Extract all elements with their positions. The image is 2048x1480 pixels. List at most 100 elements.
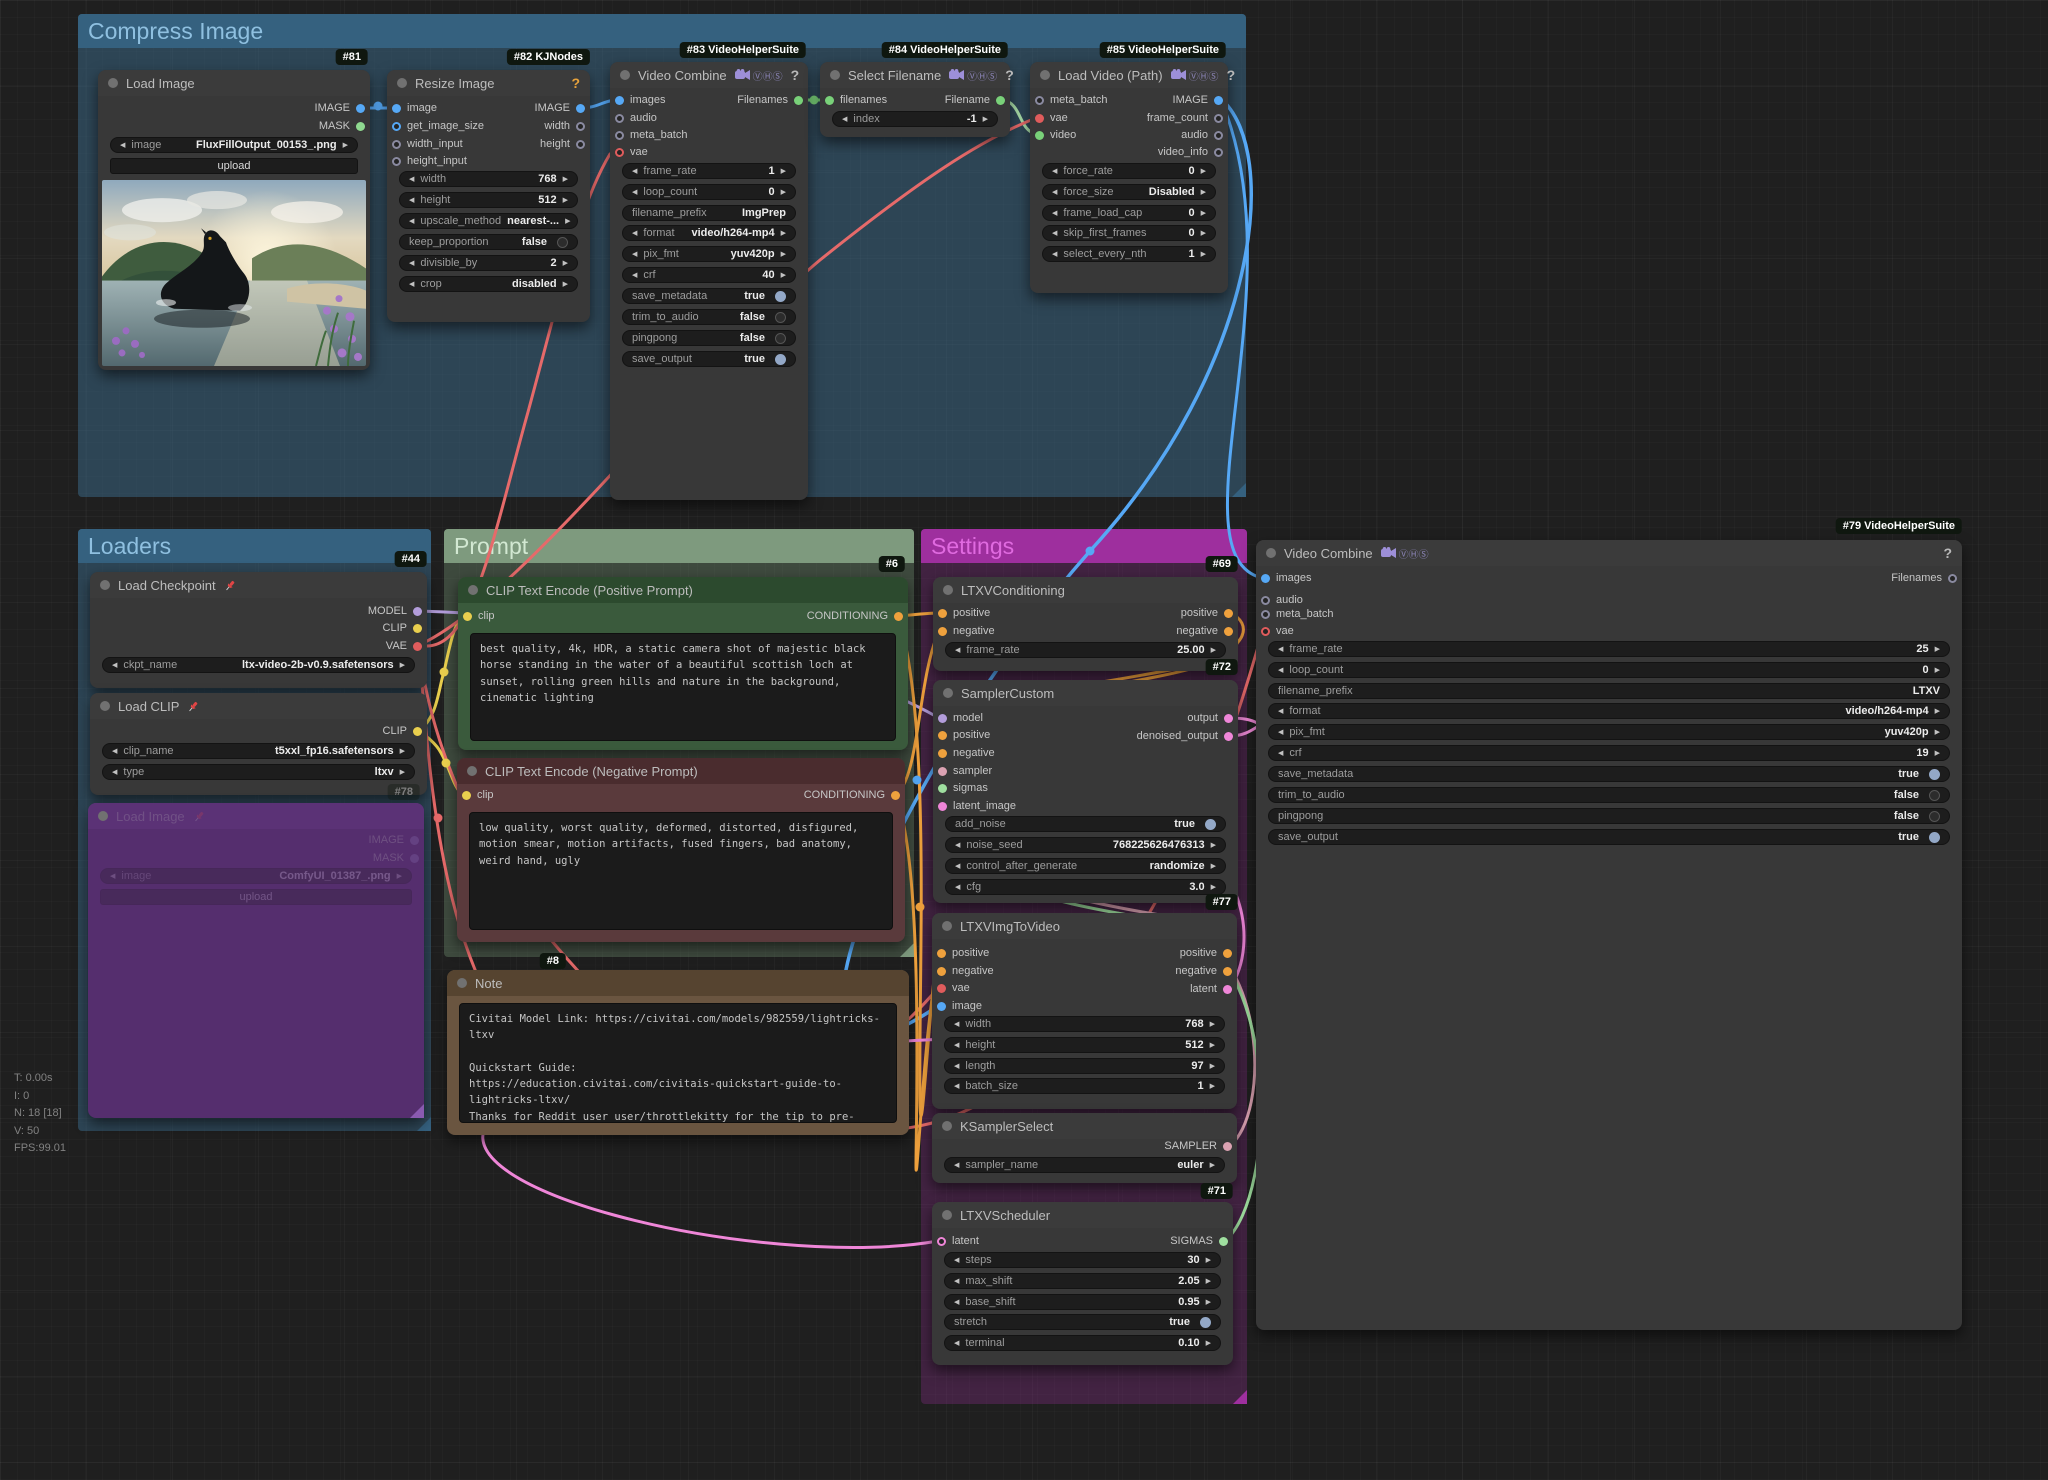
output-dot-IMAGE[interactable] xyxy=(356,104,365,113)
output-dot-IMAGE[interactable] xyxy=(1214,96,1223,105)
decrement-arrow-icon[interactable]: ◀ xyxy=(955,646,960,654)
input-dot-images[interactable] xyxy=(1261,574,1270,583)
input-dot-sigmas[interactable] xyxy=(938,784,947,793)
collapse-dot[interactable] xyxy=(942,1121,952,1131)
increment-arrow-icon[interactable]: ▶ xyxy=(781,167,786,175)
collapse-dot[interactable] xyxy=(108,78,118,88)
widget-keep_proportion[interactable]: keep_proportionfalse xyxy=(399,234,578,250)
decrement-arrow-icon[interactable]: ◀ xyxy=(955,862,960,870)
output-dot-CLIP[interactable] xyxy=(413,624,422,633)
node-header[interactable]: LTXVConditioning xyxy=(933,577,1238,603)
widget-frame_rate[interactable]: ◀frame_rate25▶ xyxy=(1268,641,1950,657)
decrement-arrow-icon[interactable]: ◀ xyxy=(632,167,637,175)
collapse-dot[interactable] xyxy=(1040,70,1050,80)
collapse-dot[interactable] xyxy=(943,585,953,595)
node-header[interactable]: Load Image xyxy=(88,803,424,829)
widget-base_shift[interactable]: ◀base_shift0.95▶ xyxy=(944,1294,1221,1310)
increment-arrow-icon[interactable]: ▶ xyxy=(397,872,402,880)
input-dot-clip[interactable] xyxy=(462,791,471,800)
increment-arrow-icon[interactable]: ▶ xyxy=(1211,841,1216,849)
widget-filename_prefix[interactable]: filename_prefixImgPrep xyxy=(622,205,796,221)
collapse-dot[interactable] xyxy=(943,688,953,698)
increment-arrow-icon[interactable]: ▶ xyxy=(781,250,786,258)
widget-pix_fmt[interactable]: ◀pix_fmtyuv420p▶ xyxy=(622,246,796,262)
increment-arrow-icon[interactable]: ▶ xyxy=(1201,188,1206,196)
decrement-arrow-icon[interactable]: ◀ xyxy=(110,872,115,880)
decrement-arrow-icon[interactable]: ◀ xyxy=(954,1082,959,1090)
input-dot-vae[interactable] xyxy=(615,148,624,157)
increment-arrow-icon[interactable]: ▶ xyxy=(1206,1298,1211,1306)
increment-arrow-icon[interactable]: ▶ xyxy=(1201,167,1206,175)
collapse-dot[interactable] xyxy=(620,70,630,80)
input-dot-meta_batch[interactable] xyxy=(1261,610,1270,619)
input-dot-filenames[interactable] xyxy=(825,96,834,105)
node-clip-text-encode-negative[interactable]: CLIP Text Encode (Negative Prompt)clipCO… xyxy=(457,758,905,942)
widget-steps[interactable]: ◀steps30▶ xyxy=(944,1252,1221,1268)
node-header[interactable]: Load Checkpoint xyxy=(90,572,427,598)
decrement-arrow-icon[interactable]: ◀ xyxy=(954,1256,959,1264)
collapse-dot[interactable] xyxy=(100,580,110,590)
decrement-arrow-icon[interactable]: ◀ xyxy=(955,841,960,849)
decrement-arrow-icon[interactable]: ◀ xyxy=(120,141,125,149)
increment-arrow-icon[interactable]: ▶ xyxy=(1201,209,1206,217)
output-dot-Filenames[interactable] xyxy=(794,96,803,105)
toggle-on-dot[interactable] xyxy=(1200,1317,1211,1328)
output-dot-negative[interactable] xyxy=(1224,627,1233,636)
widget-length[interactable]: ◀length97▶ xyxy=(944,1058,1225,1074)
decrement-arrow-icon[interactable]: ◀ xyxy=(954,1062,959,1070)
widget-frame_rate[interactable]: ◀frame_rate1▶ xyxy=(622,163,796,179)
output-dot-MASK[interactable] xyxy=(410,854,419,863)
input-dot-height_input[interactable] xyxy=(392,157,401,166)
output-dot-Filenames[interactable] xyxy=(1948,574,1957,583)
toggle-off-dot[interactable] xyxy=(1929,790,1940,801)
increment-arrow-icon[interactable]: ▶ xyxy=(563,196,568,204)
node-header[interactable]: KSamplerSelect xyxy=(932,1113,1237,1139)
widget-sampler_name[interactable]: ◀sampler_nameeuler▶ xyxy=(944,1157,1225,1173)
widget-noise_seed[interactable]: ◀noise_seed768225626476313▶ xyxy=(945,837,1226,853)
input-dot-meta_batch[interactable] xyxy=(1035,96,1044,105)
increment-arrow-icon[interactable]: ▶ xyxy=(400,661,405,669)
input-dot-audio[interactable] xyxy=(615,114,624,123)
group-resize-grip[interactable] xyxy=(1232,483,1246,497)
increment-arrow-icon[interactable]: ▶ xyxy=(1201,250,1206,258)
collapse-dot[interactable] xyxy=(98,811,108,821)
node-header[interactable]: CLIP Text Encode (Negative Prompt) xyxy=(457,758,905,784)
decrement-arrow-icon[interactable]: ◀ xyxy=(112,747,117,755)
output-dot-height[interactable] xyxy=(576,140,585,149)
node-header[interactable]: CLIP Text Encode (Positive Prompt) xyxy=(458,577,908,603)
decrement-arrow-icon[interactable]: ◀ xyxy=(632,229,637,237)
node-graph-canvas[interactable]: Compress ImageLoadersPromptSettingsLoad … xyxy=(0,0,2048,1480)
decrement-arrow-icon[interactable]: ◀ xyxy=(955,883,960,891)
widget-max_shift[interactable]: ◀max_shift2.05▶ xyxy=(944,1273,1221,1289)
group-resize-grip[interactable] xyxy=(1233,1390,1247,1404)
node-header[interactable]: Note xyxy=(447,970,909,996)
increment-arrow-icon[interactable]: ▶ xyxy=(1935,645,1940,653)
output-dot-video_info[interactable] xyxy=(1214,148,1223,157)
output-dot-MODEL[interactable] xyxy=(413,607,422,616)
widget-force_size[interactable]: ◀force_sizeDisabled▶ xyxy=(1042,184,1216,200)
widget-ckpt_name[interactable]: ◀ckpt_nameltx-video-2b-v0.9.safetensors▶ xyxy=(102,657,415,673)
widget-terminal[interactable]: ◀terminal0.10▶ xyxy=(944,1335,1221,1351)
output-dot-CONDITIONING[interactable] xyxy=(894,612,903,621)
output-dot-width[interactable] xyxy=(576,122,585,131)
node-resize-grip[interactable] xyxy=(410,1104,424,1118)
collapse-dot[interactable] xyxy=(397,78,407,88)
node-header[interactable]: Video CombineⓋⒽⓈ? xyxy=(1256,540,1962,566)
node-header[interactable]: SamplerCustom xyxy=(933,680,1238,706)
decrement-arrow-icon[interactable]: ◀ xyxy=(954,1161,959,1169)
node-ltxv-img-to-video-77[interactable]: LTXVImgToVideopositivenegativevaeimagepo… xyxy=(932,913,1237,1109)
output-dot-frame_count[interactable] xyxy=(1214,114,1223,123)
input-dot-images[interactable] xyxy=(615,96,624,105)
widget-frame_load_cap[interactable]: ◀frame_load_cap0▶ xyxy=(1042,205,1216,221)
decrement-arrow-icon[interactable]: ◀ xyxy=(409,217,414,225)
widget-save_output[interactable]: save_outputtrue xyxy=(622,351,796,367)
widget-upload[interactable]: upload xyxy=(100,889,412,905)
input-dot-negative[interactable] xyxy=(938,627,947,636)
group-header-loaders[interactable]: Loaders xyxy=(78,529,431,563)
widget-pingpong[interactable]: pingpongfalse xyxy=(1268,808,1950,824)
increment-arrow-icon[interactable]: ▶ xyxy=(1206,1256,1211,1264)
toggle-off-dot[interactable] xyxy=(1929,811,1940,822)
increment-arrow-icon[interactable]: ▶ xyxy=(400,747,405,755)
group-header-settings[interactable]: Settings xyxy=(921,529,1247,563)
input-dot-audio[interactable] xyxy=(1261,596,1270,605)
